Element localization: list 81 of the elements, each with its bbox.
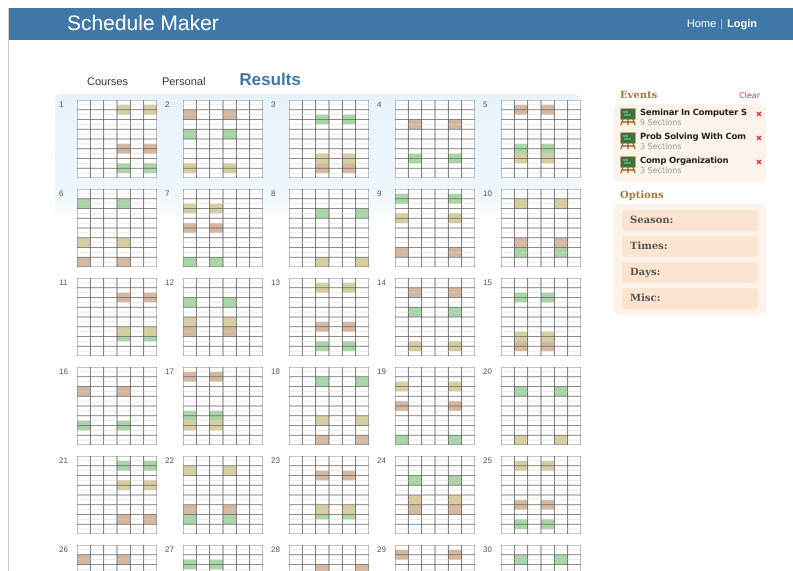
tab[interactable]: Personal bbox=[162, 76, 206, 90]
result-number: 3 bbox=[271, 100, 276, 111]
schedule-thumbnail[interactable] bbox=[395, 367, 475, 445]
event-title[interactable]: Comp Organization bbox=[640, 156, 752, 166]
schedule-thumbnail[interactable] bbox=[183, 189, 263, 267]
schedule-thumbnail[interactable] bbox=[77, 367, 157, 445]
result-number: 18 bbox=[271, 367, 281, 378]
tab[interactable]: Results bbox=[239, 70, 301, 90]
result-number: 4 bbox=[377, 100, 382, 111]
schedule-thumbnail[interactable] bbox=[289, 456, 369, 534]
chalkboard-icon bbox=[620, 108, 636, 126]
tab[interactable]: Courses bbox=[87, 76, 128, 90]
result-number: 8 bbox=[271, 189, 276, 200]
schedule-thumbnail[interactable] bbox=[77, 456, 157, 534]
result-number: 20 bbox=[483, 367, 493, 378]
result-number: 1 bbox=[59, 100, 64, 111]
schedule-thumbnail[interactable] bbox=[395, 100, 475, 178]
schedule-thumbnail[interactable] bbox=[183, 367, 263, 445]
event-sections: 3 Sections bbox=[640, 142, 752, 151]
schedule-thumbnail[interactable] bbox=[395, 278, 475, 356]
result-number: 21 bbox=[59, 456, 69, 467]
remove-icon[interactable] bbox=[756, 159, 762, 165]
result-number: 2 bbox=[165, 100, 170, 111]
result-number: 30 bbox=[483, 545, 493, 556]
schedule-thumbnail[interactable] bbox=[395, 189, 475, 267]
result-number: 19 bbox=[377, 367, 387, 378]
option-item[interactable]: Days: bbox=[622, 262, 758, 283]
result-number: 15 bbox=[483, 278, 493, 289]
result-number: 22 bbox=[165, 456, 175, 467]
result-number: 13 bbox=[271, 278, 281, 289]
clear-link[interactable]: Clear bbox=[739, 91, 760, 100]
remove-icon[interactable] bbox=[756, 111, 762, 117]
schedule-thumbnail[interactable] bbox=[395, 456, 475, 534]
event-sections: 9 Sections bbox=[640, 118, 752, 127]
schedule-thumbnail[interactable] bbox=[289, 278, 369, 356]
option-item[interactable]: Season: bbox=[622, 210, 758, 231]
remove-icon[interactable] bbox=[756, 135, 762, 141]
schedule-thumbnail[interactable] bbox=[501, 100, 581, 178]
separator: | bbox=[720, 18, 724, 30]
schedule-thumbnail[interactable] bbox=[501, 278, 581, 356]
result-number: 25 bbox=[483, 456, 493, 467]
schedule-thumbnail[interactable] bbox=[289, 100, 369, 178]
app-title: Schedule Maker bbox=[67, 12, 219, 36]
result-number: 26 bbox=[59, 545, 69, 556]
event-title[interactable]: Seminar In Computer S bbox=[640, 108, 752, 118]
chalkboard-icon bbox=[620, 132, 636, 150]
schedule-thumbnail[interactable] bbox=[183, 278, 263, 356]
result-number: 14 bbox=[377, 278, 387, 289]
schedule-thumbnail[interactable] bbox=[501, 367, 581, 445]
schedule-thumbnail[interactable] bbox=[77, 278, 157, 356]
result-number: 16 bbox=[59, 367, 69, 378]
schedule-thumbnail[interactable] bbox=[289, 367, 369, 445]
result-number: 23 bbox=[271, 456, 281, 467]
event-title[interactable]: Prob Solving With Com bbox=[640, 132, 752, 142]
schedule-thumbnail[interactable] bbox=[77, 189, 157, 267]
result-number: 6 bbox=[59, 189, 64, 200]
result-number: 28 bbox=[271, 545, 281, 556]
schedule-thumbnail[interactable] bbox=[501, 456, 581, 534]
schedule-thumbnail[interactable] bbox=[77, 100, 157, 178]
schedule-thumbnail[interactable] bbox=[183, 100, 263, 178]
event-sections: 3 Sections bbox=[640, 166, 752, 175]
result-number: 11 bbox=[59, 278, 68, 289]
result-number: 29 bbox=[377, 545, 387, 556]
chalkboard-icon bbox=[620, 156, 636, 174]
panel-title: Events bbox=[620, 90, 658, 101]
schedule-thumbnail[interactable] bbox=[183, 456, 263, 534]
nav-link[interactable]: Login bbox=[727, 18, 757, 30]
result-number: 24 bbox=[377, 456, 387, 467]
result-number: 27 bbox=[165, 545, 175, 556]
result-number: 9 bbox=[377, 189, 382, 200]
result-number: 10 bbox=[483, 189, 493, 200]
option-item[interactable]: Misc: bbox=[622, 288, 758, 309]
result-number: 17 bbox=[165, 367, 175, 378]
result-number: 7 bbox=[165, 189, 170, 200]
option-item[interactable]: Times: bbox=[622, 236, 758, 257]
panel-title: Options bbox=[620, 190, 664, 201]
nav-link[interactable]: Home bbox=[686, 18, 716, 30]
schedule-thumbnail[interactable] bbox=[501, 189, 581, 267]
result-number: 5 bbox=[483, 100, 488, 111]
result-number: 12 bbox=[165, 278, 175, 289]
schedule-thumbnail[interactable] bbox=[289, 189, 369, 267]
